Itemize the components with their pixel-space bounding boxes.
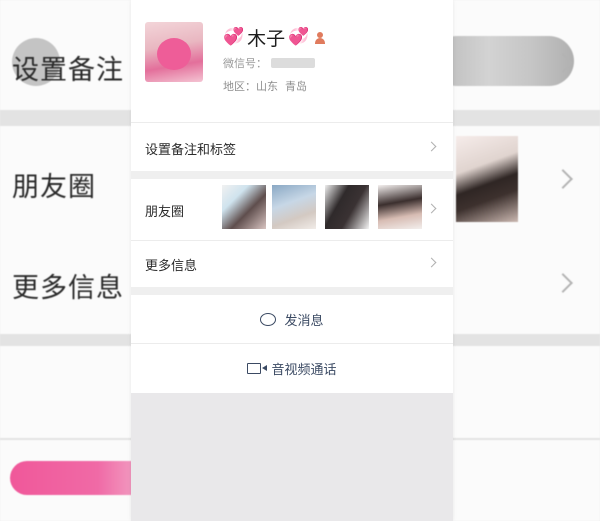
bg-moments-photo <box>456 136 518 222</box>
section-gap <box>131 171 453 179</box>
wechat-id: 微信号： <box>223 55 315 71</box>
moments-thumbnail <box>222 185 266 229</box>
more-info-row[interactable]: 更多信息 <box>131 241 453 287</box>
bg-more-info-label: 更多信息 <box>12 273 124 304</box>
profile-card: 💞 木子 💞 微信号： 地区：山东 青岛 设置备注和标签 朋友圈 更多信息 发消… <box>131 0 453 521</box>
chevron-right-icon <box>426 257 437 268</box>
send-message-button[interactable]: 发消息 <box>131 295 453 343</box>
send-message-label: 发消息 <box>284 313 324 329</box>
avatar-image <box>157 38 191 70</box>
bg-blurred-field <box>432 36 574 86</box>
region-text: 地区：山东 青岛 <box>223 80 307 93</box>
avatar[interactable] <box>145 22 203 82</box>
heart-emoji-icon: 💞 <box>223 27 245 47</box>
remark-tags-row[interactable]: 设置备注和标签 <box>131 123 453 171</box>
more-info-label: 更多信息 <box>145 259 198 274</box>
bg-moments-label: 朋友圈 <box>12 172 96 203</box>
moments-thumbnail <box>272 185 316 229</box>
chevron-right-icon <box>426 141 437 152</box>
moments-thumbnail <box>325 185 369 229</box>
moments-thumbnail <box>378 185 422 229</box>
wechat-id-redacted <box>271 58 315 68</box>
person-icon <box>315 31 326 44</box>
bg-remark-label: 设置备注 <box>12 55 124 86</box>
av-call-button[interactable]: 音视频通话 <box>131 344 453 393</box>
chat-bubble-icon <box>260 312 277 326</box>
av-call-label: 音视频通话 <box>271 363 337 378</box>
empty-area <box>131 393 453 521</box>
section-gap <box>131 287 453 295</box>
remark-tags-label: 设置备注和标签 <box>145 143 237 158</box>
heart-emoji-icon: 💞 <box>288 27 310 47</box>
chevron-right-icon <box>426 203 437 214</box>
video-camera-icon <box>247 363 262 374</box>
wechat-id-label: 微信号： <box>223 57 267 70</box>
profile-name-row: 💞 木子 💞 <box>223 24 326 51</box>
moments-label: 朋友圈 <box>145 205 185 220</box>
profile-name: 木子 <box>247 28 286 50</box>
